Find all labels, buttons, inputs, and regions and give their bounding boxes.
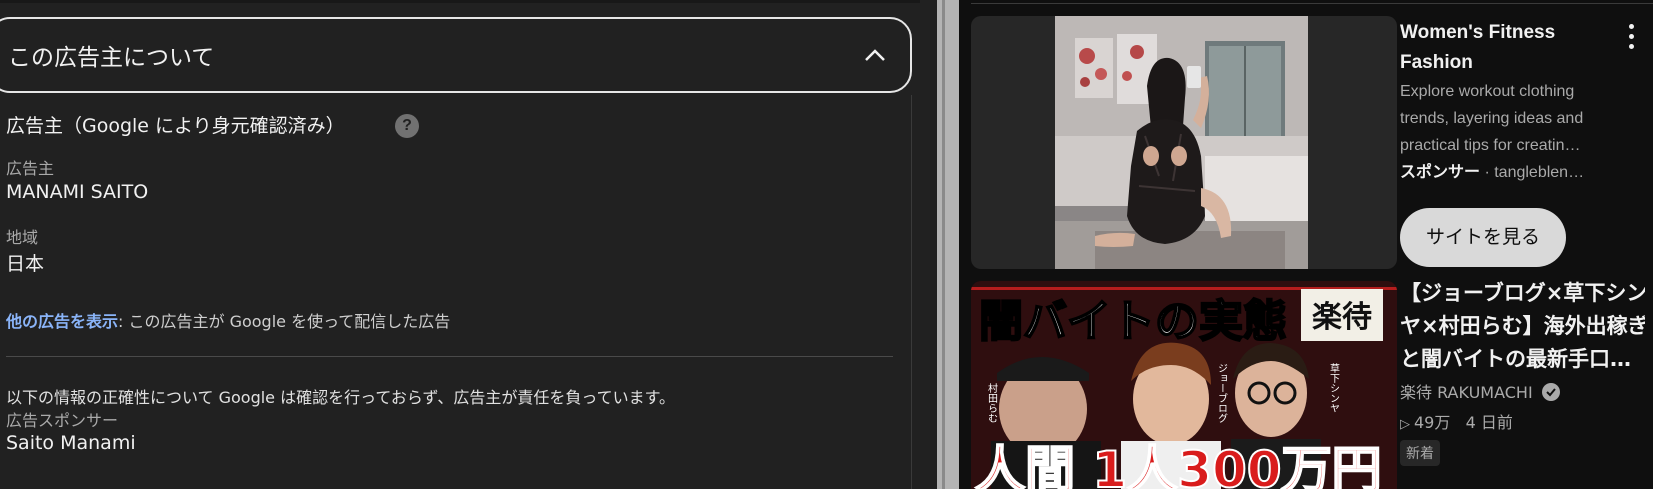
visit-site-button[interactable]: サイトを見る (1400, 208, 1566, 267)
panel-border (911, 95, 912, 489)
view-count: 49万 (1414, 413, 1451, 432)
ad-title[interactable]: Women's Fitness Fashion (1400, 18, 1600, 78)
channel-row[interactable]: 楽待 RAKUMACHI (1400, 379, 1560, 403)
video-thumbnail[interactable]: 楽待 闇バイトの実態 村田らむ ジョーブログ 草下シンヤ 人間 1人300万円 (971, 281, 1397, 489)
sponsor-label: 広告スポンサー (6, 411, 119, 430)
ad-sponsor-line: スポンサー · tangleblen… (1400, 158, 1615, 182)
thumbnail-name-mid: ジョーブログ (1216, 363, 1228, 423)
advertiser-label: 広告主 (6, 159, 55, 178)
kebab-menu-icon[interactable] (1625, 24, 1637, 54)
more-ads-link[interactable]: 他の広告を表示 (6, 312, 118, 331)
more-ads-row: 他の広告を表示: この広告主が Google を使って配信した広告 (6, 308, 450, 332)
window-divider[interactable] (937, 0, 959, 489)
video-thumbnail-image: 楽待 闇バイトの実態 村田らむ ジョーブログ 草下シンヤ 人間 1人300万円 (971, 281, 1397, 489)
ad-thumbnail[interactable] (971, 16, 1397, 269)
more-ads-description: : この広告主が Google を使って配信した広告 (118, 312, 451, 331)
feed-top-edge (971, 0, 1653, 4)
video-title-line: ヤ×村田らむ】海外出稼ぎ (1400, 314, 1645, 338)
video-title-line: と闇バイトの最新手口… (1400, 347, 1631, 371)
ad-title-line: Women's Fitness (1400, 22, 1556, 43)
sponsor-separator: · (1480, 164, 1495, 181)
sponsored-label: スポンサー (1400, 164, 1481, 181)
thumbnail-title: 闇バイトの実態 (979, 296, 1287, 347)
thumbnail-name-right: 草下シンヤ (1328, 363, 1340, 413)
feed-panel: Women's Fitness Fashion Explore workout … (959, 0, 1653, 489)
disclaimer-text: 以下の情報の正確性について Google は確認を行っておらず、広告主が責任を負… (6, 388, 675, 407)
video-title-line: 【ジョーブログ×草下シン (1400, 281, 1645, 305)
video-meta: ▷ 49万 4 日前 (1400, 409, 1513, 433)
new-badge: 新着 (1400, 440, 1440, 466)
thumbnail-name-left: 村田らむ (986, 382, 998, 423)
about-advertiser-header[interactable]: この広告主について (0, 17, 912, 93)
thumbnail-bottom-text: 人間 1人300万円 (975, 441, 1382, 489)
question-circle-icon[interactable]: ? (395, 114, 419, 138)
region-value: 日本 (6, 253, 45, 275)
ad-title-line: Fashion (1400, 52, 1473, 73)
sponsor-value: Saito Manami (6, 432, 136, 454)
panel-top-edge (0, 0, 920, 3)
about-advertiser-title: この広告主について (8, 45, 215, 71)
ad-description-line: trends, layering ideas and (1400, 110, 1584, 127)
advertiser-value: MANAMI SAITO (6, 181, 149, 203)
sponsor-domain: tangleblen… (1494, 164, 1585, 181)
verified-advertiser-heading: 広告主（Google により身元確認済み） (6, 115, 345, 137)
ad-image (1055, 16, 1308, 269)
section-divider (6, 356, 893, 357)
ad-info-panel: この広告主について 広告主（Google により身元確認済み） ? 広告主 MA… (0, 0, 937, 489)
ad-description-line: Explore workout clothing (1400, 83, 1575, 100)
verified-check-icon (1541, 383, 1560, 401)
chevron-up-icon[interactable] (860, 41, 890, 71)
video-title[interactable]: 【ジョーブログ×草下シン ヤ×村田らむ】海外出稼ぎ と闇バイトの最新手口… (1400, 277, 1645, 376)
thumbnail-tag: 楽待 (1312, 300, 1372, 335)
play-triangle-icon: ▷ (1400, 417, 1410, 432)
channel-name[interactable]: 楽待 RAKUMACHI (1400, 383, 1533, 402)
region-label: 地域 (6, 228, 39, 247)
ad-description: Explore workout clothing trends, layerin… (1400, 78, 1615, 159)
upload-age: 4 日前 (1465, 413, 1513, 432)
ad-description-line: practical tips for creatin… (1400, 137, 1581, 154)
